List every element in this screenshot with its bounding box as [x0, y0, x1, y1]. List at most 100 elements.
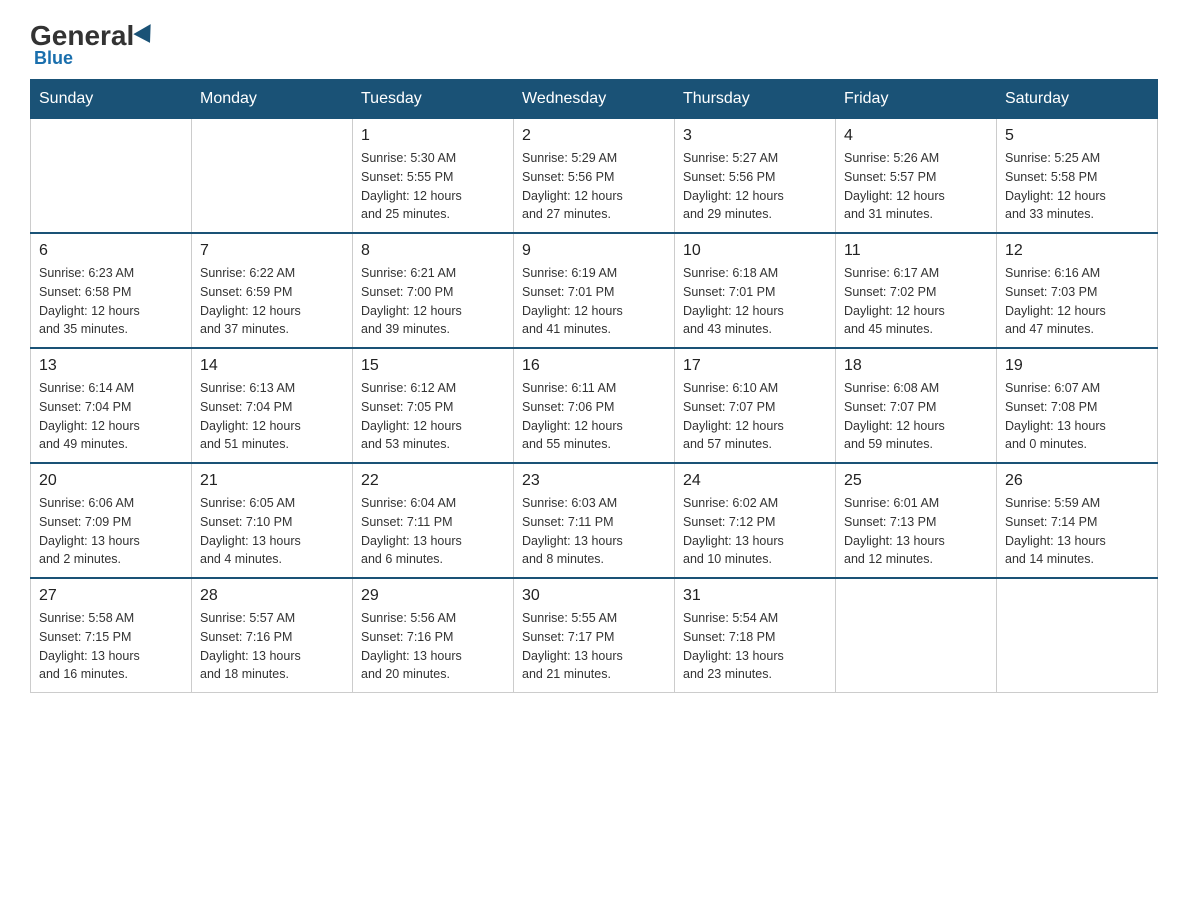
day-number: 11: [844, 242, 988, 260]
day-info: Sunrise: 5:29 AMSunset: 5:56 PMDaylight:…: [522, 149, 666, 224]
calendar-header-monday: Monday: [192, 80, 353, 119]
day-number: 30: [522, 587, 666, 605]
day-number: 15: [361, 357, 505, 375]
day-number: 9: [522, 242, 666, 260]
day-info: Sunrise: 5:57 AMSunset: 7:16 PMDaylight:…: [200, 609, 344, 684]
day-info: Sunrise: 6:06 AMSunset: 7:09 PMDaylight:…: [39, 494, 183, 569]
day-number: 28: [200, 587, 344, 605]
calendar-cell: 30 Sunrise: 5:55 AMSunset: 7:17 PMDayligh…: [514, 578, 675, 693]
day-number: 13: [39, 357, 183, 375]
calendar-cell: 12 Sunrise: 6:16 AMSunset: 7:03 PMDayligh…: [997, 233, 1158, 348]
day-info: Sunrise: 6:05 AMSunset: 7:10 PMDaylight:…: [200, 494, 344, 569]
calendar-week-row: 20 Sunrise: 6:06 AMSunset: 7:09 PMDayligh…: [31, 463, 1158, 578]
day-info: Sunrise: 6:22 AMSunset: 6:59 PMDaylight:…: [200, 264, 344, 339]
day-info: Sunrise: 6:03 AMSunset: 7:11 PMDaylight:…: [522, 494, 666, 569]
day-info: Sunrise: 6:16 AMSunset: 7:03 PMDaylight:…: [1005, 264, 1149, 339]
day-info: Sunrise: 6:14 AMSunset: 7:04 PMDaylight:…: [39, 379, 183, 454]
day-number: 2: [522, 127, 666, 145]
calendar-cell: 7Sunrise: 6:22 AMSunset: 6:59 PMDaylight…: [192, 233, 353, 348]
day-number: 25: [844, 472, 988, 490]
day-number: 3: [683, 127, 827, 145]
day-number: 4: [844, 127, 988, 145]
calendar-table: SundayMondayTuesdayWednesdayThursdayFrid…: [30, 79, 1158, 693]
calendar-cell: 22 Sunrise: 6:04 AMSunset: 7:11 PMDayligh…: [353, 463, 514, 578]
day-info: Sunrise: 6:18 AMSunset: 7:01 PMDaylight:…: [683, 264, 827, 339]
day-number: 12: [1005, 242, 1149, 260]
calendar-header-sunday: Sunday: [31, 80, 192, 119]
day-number: 17: [683, 357, 827, 375]
day-number: 22: [361, 472, 505, 490]
calendar-cell: 4 Sunrise: 5:26 AMSunset: 5:57 PMDaylight…: [836, 119, 997, 234]
day-number: 10: [683, 242, 827, 260]
calendar-cell: 1Sunrise: 5:30 AMSunset: 5:55 PMDaylight…: [353, 119, 514, 234]
day-number: 6: [39, 242, 183, 260]
day-info: Sunrise: 6:23 AMSunset: 6:58 PMDaylight:…: [39, 264, 183, 339]
calendar-cell: [997, 578, 1158, 693]
calendar-week-row: 1Sunrise: 5:30 AMSunset: 5:55 PMDaylight…: [31, 119, 1158, 234]
day-info: Sunrise: 6:02 AMSunset: 7:12 PMDaylight:…: [683, 494, 827, 569]
calendar-cell: 19 Sunrise: 6:07 AMSunset: 7:08 PMDayligh…: [997, 348, 1158, 463]
day-number: 1: [361, 127, 505, 145]
calendar-cell: 13 Sunrise: 6:14 AMSunset: 7:04 PMDayligh…: [31, 348, 192, 463]
day-number: 20: [39, 472, 183, 490]
day-number: 31: [683, 587, 827, 605]
calendar-cell: [31, 119, 192, 234]
calendar-cell: 20 Sunrise: 6:06 AMSunset: 7:09 PMDayligh…: [31, 463, 192, 578]
day-number: 26: [1005, 472, 1149, 490]
calendar-cell: 24 Sunrise: 6:02 AMSunset: 7:12 PMDayligh…: [675, 463, 836, 578]
day-number: 24: [683, 472, 827, 490]
day-number: 16: [522, 357, 666, 375]
calendar-cell: 28 Sunrise: 5:57 AMSunset: 7:16 PMDayligh…: [192, 578, 353, 693]
day-info: Sunrise: 6:04 AMSunset: 7:11 PMDaylight:…: [361, 494, 505, 569]
calendar-cell: 10 Sunrise: 6:18 AMSunset: 7:01 PMDayligh…: [675, 233, 836, 348]
day-number: 14: [200, 357, 344, 375]
day-info: Sunrise: 6:10 AMSunset: 7:07 PMDaylight:…: [683, 379, 827, 454]
calendar-cell: 2 Sunrise: 5:29 AMSunset: 5:56 PMDaylight…: [514, 119, 675, 234]
calendar-cell: 31Sunrise: 5:54 AMSunset: 7:18 PMDayligh…: [675, 578, 836, 693]
day-info: Sunrise: 6:11 AMSunset: 7:06 PMDaylight:…: [522, 379, 666, 454]
calendar-cell: 11 Sunrise: 6:17 AMSunset: 7:02 PMDayligh…: [836, 233, 997, 348]
day-info: Sunrise: 5:27 AMSunset: 5:56 PMDaylight:…: [683, 149, 827, 224]
day-number: 21: [200, 472, 344, 490]
calendar-cell: 14 Sunrise: 6:13 AMSunset: 7:04 PMDayligh…: [192, 348, 353, 463]
calendar-cell: 18Sunrise: 6:08 AMSunset: 7:07 PMDayligh…: [836, 348, 997, 463]
calendar-cell: 15 Sunrise: 6:12 AMSunset: 7:05 PMDayligh…: [353, 348, 514, 463]
calendar-week-row: 27Sunrise: 5:58 AMSunset: 7:15 PMDayligh…: [31, 578, 1158, 693]
calendar-header-row: SundayMondayTuesdayWednesdayThursdayFrid…: [31, 80, 1158, 119]
day-info: Sunrise: 6:19 AMSunset: 7:01 PMDaylight:…: [522, 264, 666, 339]
day-number: 29: [361, 587, 505, 605]
day-info: Sunrise: 5:56 AMSunset: 7:16 PMDaylight:…: [361, 609, 505, 684]
calendar-cell: 5Sunrise: 5:25 AMSunset: 5:58 PMDaylight…: [997, 119, 1158, 234]
calendar-cell: [192, 119, 353, 234]
logo-blue-text: Blue: [34, 48, 73, 69]
day-number: 18: [844, 357, 988, 375]
calendar-cell: 6 Sunrise: 6:23 AMSunset: 6:58 PMDaylight…: [31, 233, 192, 348]
day-info: Sunrise: 6:07 AMSunset: 7:08 PMDaylight:…: [1005, 379, 1149, 454]
calendar-cell: 17 Sunrise: 6:10 AMSunset: 7:07 PMDayligh…: [675, 348, 836, 463]
calendar-cell: 16 Sunrise: 6:11 AMSunset: 7:06 PMDayligh…: [514, 348, 675, 463]
logo: General Blue: [30, 20, 158, 69]
logo-arrow-icon: [134, 24, 159, 48]
day-number: 8: [361, 242, 505, 260]
day-info: Sunrise: 5:55 AMSunset: 7:17 PMDaylight:…: [522, 609, 666, 684]
calendar-header-wednesday: Wednesday: [514, 80, 675, 119]
day-number: 19: [1005, 357, 1149, 375]
calendar-cell: 29 Sunrise: 5:56 AMSunset: 7:16 PMDayligh…: [353, 578, 514, 693]
calendar-cell: [836, 578, 997, 693]
calendar-week-row: 6 Sunrise: 6:23 AMSunset: 6:58 PMDaylight…: [31, 233, 1158, 348]
calendar-header-friday: Friday: [836, 80, 997, 119]
calendar-cell: 3 Sunrise: 5:27 AMSunset: 5:56 PMDaylight…: [675, 119, 836, 234]
day-info: Sunrise: 6:17 AMSunset: 7:02 PMDaylight:…: [844, 264, 988, 339]
calendar-header-tuesday: Tuesday: [353, 80, 514, 119]
day-info: Sunrise: 6:01 AMSunset: 7:13 PMDaylight:…: [844, 494, 988, 569]
day-info: Sunrise: 6:12 AMSunset: 7:05 PMDaylight:…: [361, 379, 505, 454]
calendar-cell: 23Sunrise: 6:03 AMSunset: 7:11 PMDayligh…: [514, 463, 675, 578]
calendar-cell: 26 Sunrise: 5:59 AMSunset: 7:14 PMDayligh…: [997, 463, 1158, 578]
calendar-cell: 21 Sunrise: 6:05 AMSunset: 7:10 PMDayligh…: [192, 463, 353, 578]
day-info: Sunrise: 5:26 AMSunset: 5:57 PMDaylight:…: [844, 149, 988, 224]
day-info: Sunrise: 5:59 AMSunset: 7:14 PMDaylight:…: [1005, 494, 1149, 569]
calendar-week-row: 13 Sunrise: 6:14 AMSunset: 7:04 PMDayligh…: [31, 348, 1158, 463]
calendar-header-saturday: Saturday: [997, 80, 1158, 119]
day-info: Sunrise: 6:13 AMSunset: 7:04 PMDaylight:…: [200, 379, 344, 454]
calendar-cell: 9 Sunrise: 6:19 AMSunset: 7:01 PMDaylight…: [514, 233, 675, 348]
